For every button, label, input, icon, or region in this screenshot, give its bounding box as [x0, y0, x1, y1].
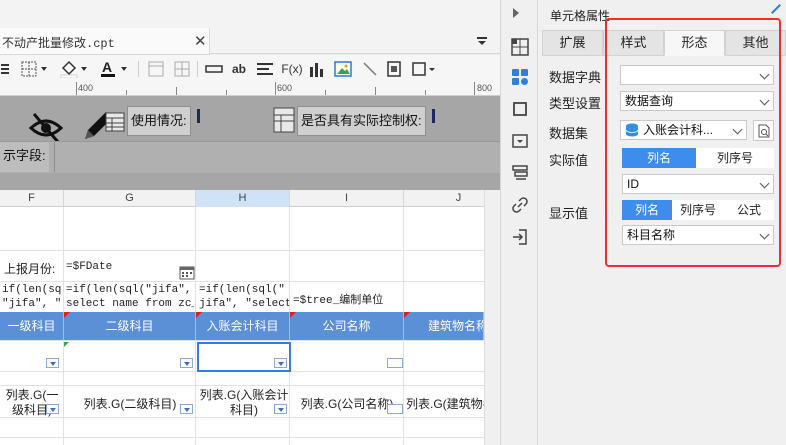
dataset-label: 数据集 [549, 126, 589, 141]
header-cell-building[interactable]: 建筑物名称 [404, 312, 484, 340]
widget-icon[interactable] [511, 68, 529, 86]
pin-icon[interactable] [771, 4, 781, 14]
header-cell-level2[interactable]: 二级科目 [64, 312, 196, 340]
label-icon[interactable]: ab [228, 59, 250, 79]
text-widget[interactable] [387, 358, 403, 368]
display-field-label: 示字段: [0, 142, 49, 172]
calendar-icon[interactable] [179, 265, 195, 280]
paragraph-icon[interactable] [255, 59, 275, 79]
highlight-box [605, 18, 781, 267]
report-month-value[interactable]: =$FDate [66, 261, 112, 273]
image-icon[interactable] [332, 59, 354, 79]
dropdown-widget[interactable] [46, 358, 59, 368]
display-value-label: 显示值 [549, 206, 589, 221]
dropdown-widget[interactable] [180, 358, 193, 368]
report-editor: 不动产批量修改.cpt ✕ A ab F(x) 400 600 800 使用情况… [0, 0, 500, 445]
value-cell-level2[interactable]: 列表.G(二级科目) [66, 395, 194, 412]
column-header-h[interactable]: H [196, 190, 290, 207]
table-widget-icon[interactable] [273, 107, 295, 133]
dropdown-icon[interactable] [511, 132, 529, 150]
tab-menu-icon[interactable] [474, 33, 490, 49]
import-icon[interactable] [511, 228, 529, 246]
sub-report-icon[interactable] [384, 59, 404, 79]
usage-input-cursor[interactable] [197, 109, 200, 123]
vertical-scrollbar[interactable] [484, 190, 500, 445]
dropdown-widget[interactable] [274, 358, 287, 368]
dropdown-widget[interactable] [180, 404, 193, 414]
chart-icon[interactable] [307, 59, 327, 79]
panel-title: 单元格属性 [550, 9, 611, 23]
column-header-bar: F G H I J [0, 190, 500, 207]
usage-label: 使用情况: [127, 106, 191, 136]
file-tab-label: 不动产批量修改.cpt [2, 37, 115, 51]
stack-icon[interactable] [511, 164, 529, 182]
value-cell-building[interactable]: 列表.G(建筑物名称) [406, 395, 484, 412]
formula-cell-g[interactable]: =if(len(sql("jifa", " select name from z… [66, 283, 194, 313]
dropdown-widget[interactable] [46, 404, 59, 414]
side-icon-strip [500, 0, 538, 445]
title-strip [0, 0, 500, 28]
table-widget-icon[interactable] [105, 112, 125, 132]
column-header-i[interactable]: I [290, 190, 404, 207]
parameter-row: 示字段: [0, 141, 500, 173]
format-toolbar: A ab F(x) [0, 55, 500, 83]
header-cell-account[interactable]: 入账会计科目 [196, 312, 290, 340]
data-dict-label: 数据字典 [549, 70, 602, 85]
collapse-arrow-icon[interactable] [513, 8, 519, 18]
column-header-f[interactable]: F [0, 190, 64, 207]
type-label: 类型设置 [549, 96, 602, 111]
cell-marker [64, 342, 69, 347]
formula-cell-f[interactable]: if(len(sq "jifa", " [2, 283, 62, 313]
text-widget[interactable] [387, 404, 403, 414]
control-input-cursor[interactable] [432, 109, 435, 123]
bounds-icon[interactable] [410, 59, 438, 79]
text-field-icon[interactable] [204, 59, 224, 79]
tab-expand[interactable]: 扩展 [542, 30, 603, 56]
horizontal-ruler: 400 600 800 [0, 82, 500, 96]
formula-cell-i[interactable]: =$tree_编制单位 [293, 291, 403, 307]
link-icon[interactable] [511, 196, 529, 214]
cell-attribute-icon[interactable] [511, 38, 529, 56]
close-icon[interactable]: ✕ [194, 32, 207, 50]
display-field-area[interactable] [54, 142, 500, 172]
frame-icon[interactable] [511, 100, 529, 118]
column-header-g[interactable]: G [64, 190, 196, 207]
control-right-label: 是否具有实际控制权: [297, 106, 426, 136]
font-color-icon[interactable]: A [98, 59, 132, 79]
formula-cell-h[interactable]: =if(len(sql(" jifa", "select [199, 283, 289, 313]
report-month-label: 上报月份: [4, 262, 56, 276]
slash-icon[interactable] [360, 59, 380, 79]
file-tab[interactable]: 不动产批量修改.cpt ✕ [0, 28, 210, 55]
header-cell-level1[interactable]: 一级科目 [0, 312, 64, 340]
align-icon[interactable] [0, 59, 10, 79]
border-icon[interactable] [20, 59, 50, 79]
fill-color-icon[interactable] [58, 59, 92, 79]
actual-value-label: 实际值 [549, 153, 589, 168]
svg-text:A: A [102, 60, 112, 75]
ruler-label: 800 [477, 83, 493, 93]
header-cell-company[interactable]: 公司名称 [290, 312, 404, 340]
ruler-label: 400 [78, 83, 94, 93]
split-cell-icon[interactable] [172, 59, 192, 79]
ruler-label: 600 [277, 83, 293, 93]
formula-icon[interactable]: F(x) [280, 59, 304, 79]
merge-cell-icon[interactable] [146, 59, 166, 79]
dropdown-widget[interactable] [274, 404, 287, 414]
